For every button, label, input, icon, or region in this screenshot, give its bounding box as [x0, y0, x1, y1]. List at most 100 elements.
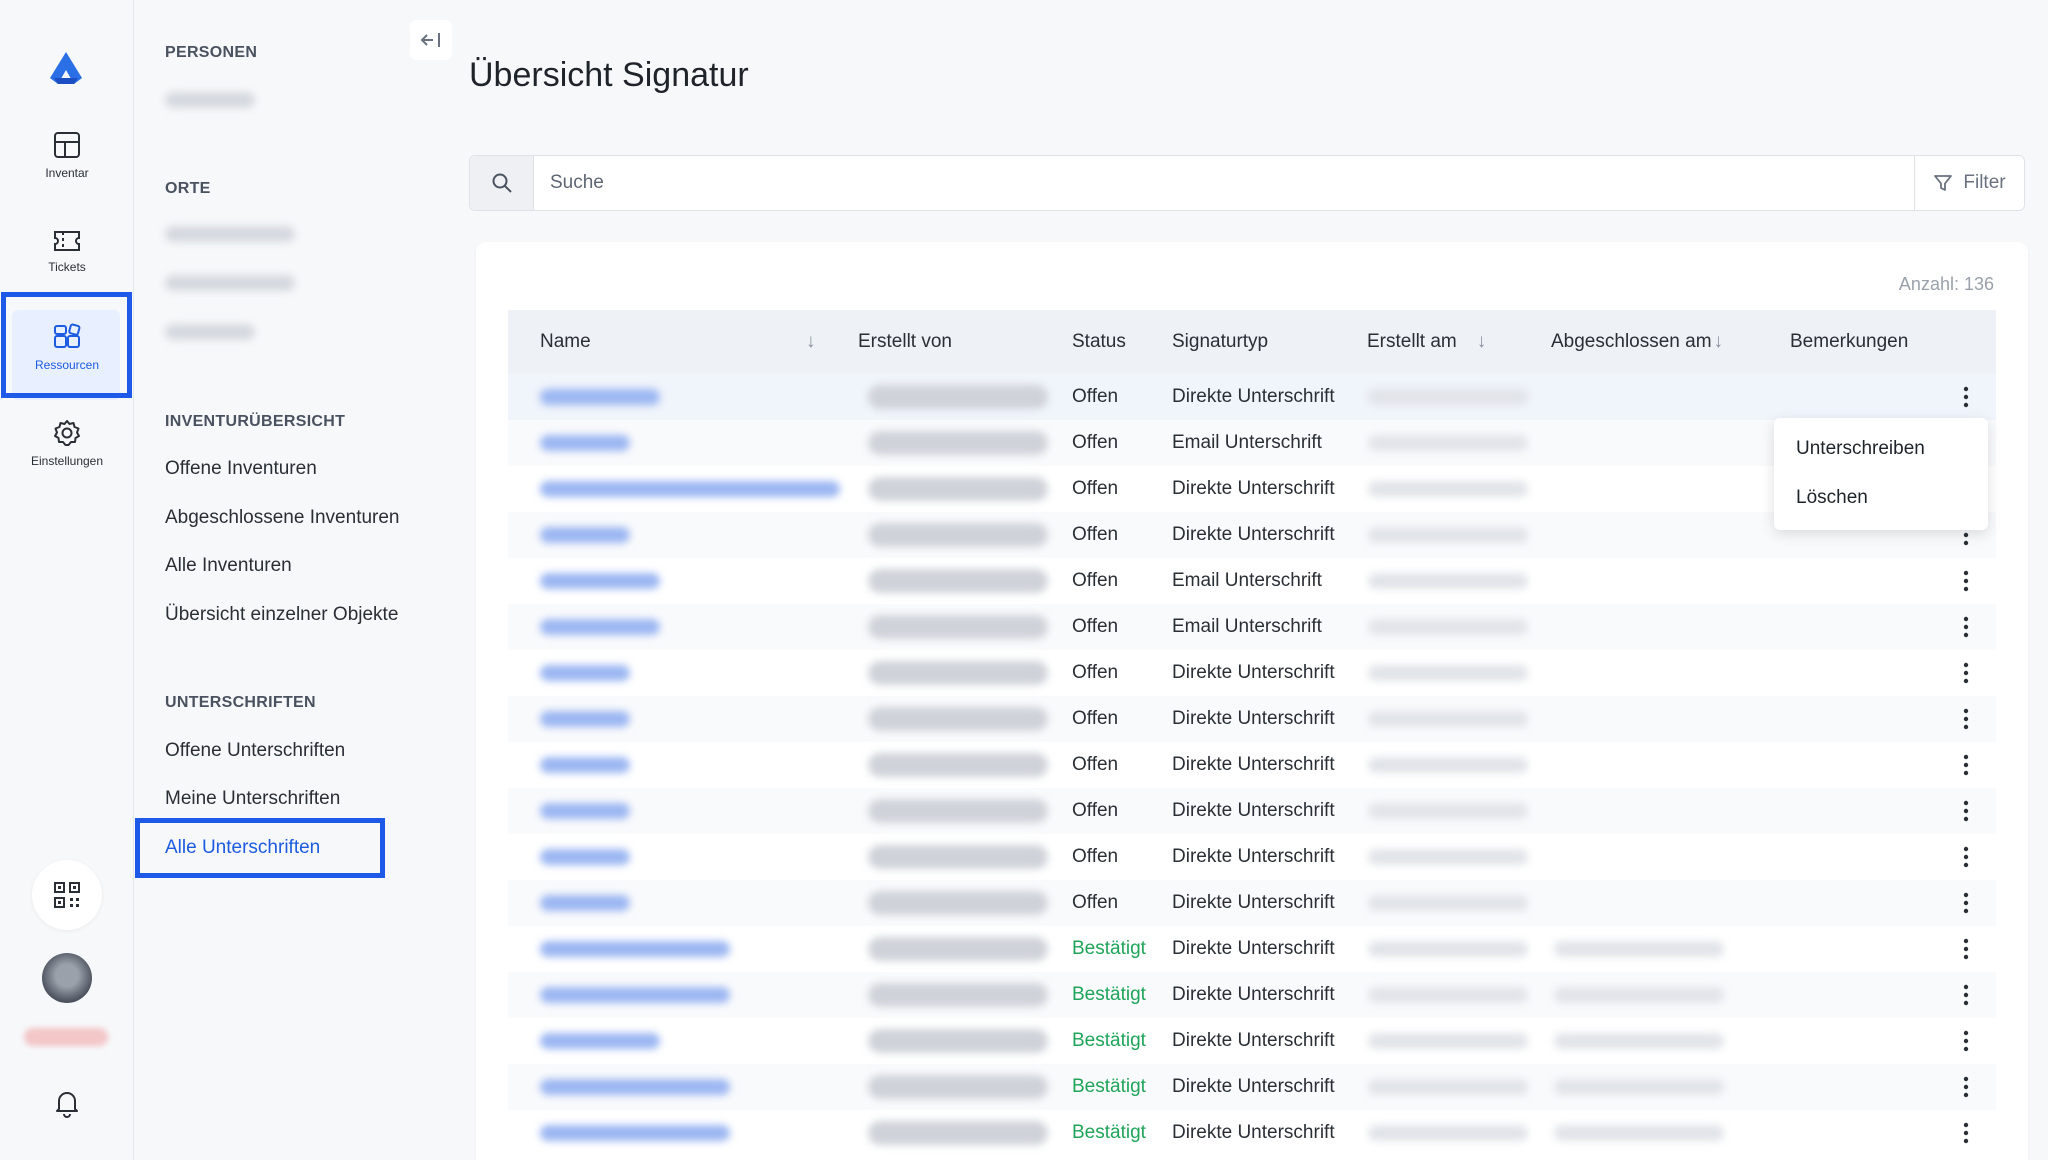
- table-row[interactable]: Offen Direkte Unterschrift: [508, 788, 1996, 834]
- row-more-options-icon[interactable]: [1954, 558, 1978, 604]
- row-completed-date: [1554, 1033, 1724, 1049]
- row-more-options-icon[interactable]: [1954, 880, 1978, 926]
- row-name-link[interactable]: [540, 619, 660, 635]
- nav-item-uebersicht-objekte[interactable]: Übersicht einzelner Objekte: [165, 604, 398, 626]
- row-signature-type: Email Unterschrift: [1172, 616, 1322, 637]
- row-name-link[interactable]: [540, 665, 630, 681]
- row-signature-type: Direkte Unterschrift: [1172, 662, 1335, 683]
- row-created-by: [868, 385, 1048, 409]
- nav-item-offene-unterschriften[interactable]: Offene Unterschriften: [165, 740, 345, 762]
- table-row[interactable]: Offen Direkte Unterschrift: [508, 834, 1996, 880]
- column-header-abgeschlossen-am[interactable]: Abgeschlossen am ↓: [1551, 310, 1723, 374]
- table-row[interactable]: Offen Email Unterschrift: [508, 420, 1996, 466]
- table-row[interactable]: Bestätigt Direkte Unterschrift: [508, 926, 1996, 972]
- row-created-date: [1368, 1079, 1528, 1095]
- row-created-date: [1368, 803, 1528, 819]
- row-more-options-icon[interactable]: [1954, 1018, 1978, 1064]
- table-row[interactable]: Offen Direkte Unterschrift: [508, 512, 1996, 558]
- row-name-link[interactable]: [540, 389, 660, 405]
- table-row[interactable]: Bestätigt Direkte Unterschrift: [508, 1018, 1996, 1064]
- column-header-name[interactable]: Name ↓: [540, 310, 820, 374]
- table-row[interactable]: Offen Direkte Unterschrift: [508, 880, 1996, 926]
- menu-item-unterschreiben[interactable]: Unterschreiben: [1796, 438, 1925, 460]
- column-header-status[interactable]: Status: [1072, 310, 1126, 374]
- column-header-signaturtyp[interactable]: Signaturtyp: [1172, 310, 1268, 374]
- row-more-options-icon[interactable]: [1954, 742, 1978, 788]
- menu-item-loeschen[interactable]: Löschen: [1796, 487, 1868, 509]
- nav-item-meine-unterschriften[interactable]: Meine Unterschriften: [165, 788, 340, 810]
- row-status: Offen: [1072, 478, 1119, 499]
- row-created-date: [1368, 573, 1528, 589]
- qr-code-button[interactable]: [32, 860, 102, 930]
- filter-button[interactable]: Filter: [1914, 156, 2024, 210]
- nav-item-offene-inventuren[interactable]: Offene Inventuren: [165, 458, 317, 480]
- table-row[interactable]: Offen Direkte Unterschrift: [508, 650, 1996, 696]
- row-name-link[interactable]: [540, 895, 630, 911]
- row-created-date: [1368, 665, 1528, 681]
- row-name-link[interactable]: [540, 1079, 730, 1095]
- row-more-options-icon[interactable]: [1954, 604, 1978, 650]
- row-name-link[interactable]: [540, 573, 660, 589]
- sort-arrow-icon: ↓: [1713, 331, 1724, 352]
- row-name-link[interactable]: [540, 435, 630, 451]
- row-name-link[interactable]: [540, 1033, 660, 1049]
- table-row[interactable]: Offen Direkte Unterschrift: [508, 696, 1996, 742]
- rail-item-inventar[interactable]: Inventar: [0, 130, 134, 180]
- side-navigation: PERSONEN ORTE INVENTURÜBERSICHT Offene I…: [135, 0, 455, 1160]
- row-created-by: [868, 1075, 1048, 1099]
- table-row[interactable]: Offen Direkte Unterschrift: [508, 466, 1996, 512]
- row-name-link[interactable]: [540, 803, 630, 819]
- column-header-erstellt-am[interactable]: Erstellt am ↓: [1367, 310, 1486, 374]
- row-name-link[interactable]: [540, 757, 630, 773]
- collapse-sidebar-button[interactable]: [410, 20, 452, 60]
- gear-icon: [54, 420, 80, 446]
- row-created-date: [1368, 987, 1528, 1003]
- nav-item-alle-inventuren[interactable]: Alle Inventuren: [165, 555, 292, 577]
- table-row[interactable]: Bestätigt Direkte Unterschrift: [508, 1064, 1996, 1110]
- search-input[interactable]: [534, 156, 1914, 210]
- table-row[interactable]: Offen Direkte Unterschrift: [508, 374, 1996, 420]
- rail-item-label: Inventar: [45, 166, 89, 180]
- nav-section-personen: PERSONEN: [165, 44, 258, 61]
- row-signature-type: Email Unterschrift: [1172, 432, 1322, 453]
- table-row[interactable]: Offen Direkte Unterschrift: [508, 742, 1996, 788]
- row-more-options-icon[interactable]: [1954, 1064, 1978, 1110]
- row-more-options-icon[interactable]: [1954, 834, 1978, 880]
- row-name-link[interactable]: [540, 849, 630, 865]
- rail-item-einstellungen[interactable]: Einstellungen: [0, 418, 134, 468]
- row-created-by: [868, 891, 1048, 915]
- table-row[interactable]: Offen Email Unterschrift: [508, 558, 1996, 604]
- row-name-link[interactable]: [540, 987, 730, 1003]
- row-more-options-icon[interactable]: [1954, 650, 1978, 696]
- row-status: Offen: [1072, 432, 1119, 453]
- row-status: Offen: [1072, 846, 1119, 867]
- table-row[interactable]: Offen Email Unterschrift: [508, 604, 1996, 650]
- row-name-link[interactable]: [540, 1125, 730, 1141]
- record-count: Anzahl: 136: [1898, 274, 1994, 294]
- app-logo-icon[interactable]: [46, 48, 86, 88]
- row-more-options-icon[interactable]: [1954, 972, 1978, 1018]
- rail-item-tickets[interactable]: Tickets: [0, 228, 134, 274]
- table-row[interactable]: Bestätigt Direkte Unterschrift: [508, 1110, 1996, 1156]
- row-name-link[interactable]: [540, 527, 630, 543]
- row-more-options-icon[interactable]: [1954, 696, 1978, 742]
- bell-icon[interactable]: [52, 1088, 82, 1118]
- row-name-link[interactable]: [540, 941, 730, 957]
- search-icon[interactable]: [470, 156, 534, 210]
- table-row[interactable]: Bestätigt Direkte Unterschrift: [508, 972, 1996, 1018]
- nav-item-abgeschlossene-inventuren[interactable]: Abgeschlossene Inventuren: [165, 507, 400, 529]
- row-more-options-icon[interactable]: [1954, 788, 1978, 834]
- row-created-date: [1368, 849, 1528, 865]
- row-more-options-icon[interactable]: [1954, 1110, 1978, 1156]
- avatar[interactable]: [42, 953, 92, 1003]
- sort-arrow-icon: ↓: [806, 331, 816, 352]
- row-more-options-icon[interactable]: [1954, 374, 1978, 420]
- row-created-date: [1368, 435, 1528, 451]
- row-created-by: [868, 661, 1048, 685]
- column-header-erstellt-von[interactable]: Erstellt von: [858, 310, 952, 374]
- row-name-link[interactable]: [540, 711, 630, 727]
- row-name-link[interactable]: [540, 481, 840, 497]
- row-more-options-icon[interactable]: [1954, 926, 1978, 972]
- row-completed-date: [1554, 941, 1724, 957]
- row-created-by: [868, 1029, 1048, 1053]
